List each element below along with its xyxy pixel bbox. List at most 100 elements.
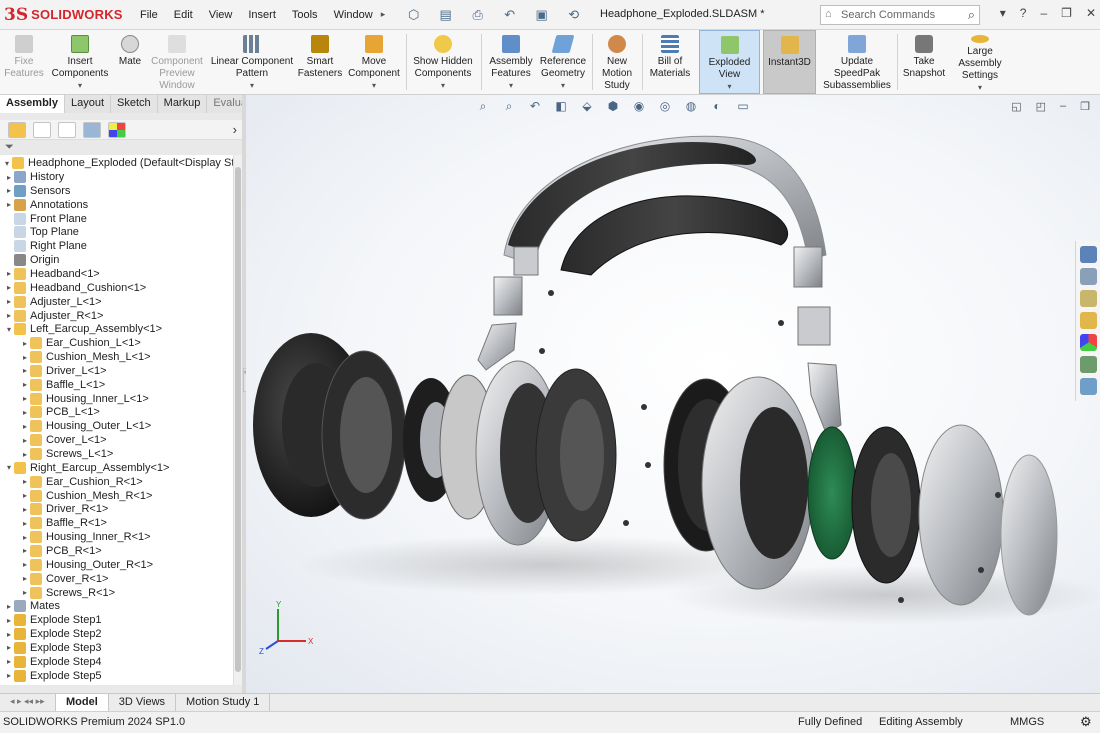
property-manager-icon[interactable] <box>33 121 51 138</box>
chevron-down-icon[interactable]: ▾ <box>250 80 254 92</box>
update-speedpak-button[interactable]: Update SpeedPak Subassemblies <box>820 30 894 94</box>
tab-markup[interactable]: Markup <box>158 95 208 113</box>
tree-item[interactable]: ▸ Headband_Cushion<1> <box>4 281 146 295</box>
move-component-button[interactable]: Move Component ▾ <box>346 30 402 94</box>
rebuild-icon[interactable]: ⟲ <box>561 6 587 24</box>
tree-item[interactable]: ▸ Housing_Inner_R<1> <box>20 530 151 544</box>
component-preview-window-button[interactable]: Component Preview Window <box>150 30 204 94</box>
chevron-right-icon[interactable]: › <box>233 122 237 137</box>
chevron-right-icon[interactable]: ▸ <box>20 450 30 459</box>
tree-item[interactable]: ▸ Driver_L<1> <box>20 364 107 378</box>
search-input[interactable]: Search Commands <box>841 9 935 21</box>
print-icon[interactable]: ⎙ <box>465 6 491 24</box>
chevron-right-icon[interactable]: ▸ <box>20 533 30 542</box>
funnel-icon[interactable]: ⏷ <box>5 141 14 153</box>
tree-item[interactable]: ▸ Explode Step3 <box>4 641 102 655</box>
tab-3d-views[interactable]: 3D Views <box>109 694 177 711</box>
chevron-down-icon[interactable]: ▾ <box>78 80 82 92</box>
chevron-right-icon[interactable]: ▸ <box>20 574 30 583</box>
tree-item[interactable]: ▸ Explode Step2 <box>4 627 102 641</box>
slider-left[interactable] <box>513 246 539 276</box>
tree-scrollbar[interactable] <box>233 155 242 685</box>
chevron-right-icon[interactable]: ▸ <box>20 408 30 417</box>
chevron-right-icon[interactable]: ▸ <box>20 505 30 514</box>
screw[interactable] <box>645 462 651 468</box>
solidworks-logo[interactable]: 3S SOLIDWORKS <box>0 5 132 25</box>
search-commands[interactable]: ⌂ Search Commands ⌕ <box>820 5 980 25</box>
file-explorer-icon[interactable] <box>1080 312 1097 329</box>
cover-right[interactable] <box>918 424 1004 606</box>
tree-item[interactable]: ▸ Ear_Cushion_L<1> <box>20 336 141 350</box>
fix-features-button[interactable]: Fixe Features <box>2 30 46 94</box>
tree-item[interactable]: ▸ PCB_R<1> <box>20 544 102 558</box>
tree-item[interactable]: ▸ History <box>4 170 64 184</box>
tree-item[interactable]: ▸ Annotations <box>4 198 88 212</box>
tree-filter[interactable]: ⏷ <box>0 141 242 155</box>
tree-item[interactable]: ▸ Screws_R<1> <box>20 586 115 600</box>
cover-right-outer[interactable] <box>1000 454 1058 616</box>
chevron-right-icon[interactable]: ▸ <box>20 422 30 431</box>
chevron-right-icon[interactable]: ▸ <box>20 380 30 389</box>
new-motion-study-button[interactable]: New Motion Study <box>596 30 638 94</box>
tree-item[interactable]: ▸ Housing_Outer_R<1> <box>20 558 153 572</box>
chevron-right-icon[interactable]: ▸ <box>20 339 30 348</box>
close-icon[interactable]: ✕ <box>1086 6 1096 20</box>
tree-item[interactable]: Origin <box>4 253 59 267</box>
dropdown-chevron-icon[interactable]: ▾ <box>1000 6 1006 20</box>
chevron-right-icon[interactable]: ▸ <box>4 173 14 182</box>
solidworks-forum-icon[interactable] <box>1080 378 1097 395</box>
chevron-right-icon[interactable]: ▸ <box>20 366 30 375</box>
chevron-right-icon[interactable]: ▸ <box>4 602 14 611</box>
chevron-down-icon[interactable]: ▾ <box>441 80 445 92</box>
chevron-right-icon[interactable]: ▸ <box>4 186 14 195</box>
graphics-area[interactable]: ⌕ ⌕ ↶ ◧ ⬙ ⬢ ◉ ◎ ◍ ◐ ▭ ◱ ◰ – ❐ Y X Z <box>246 95 1100 693</box>
chevron-right-icon[interactable]: ▸ <box>4 311 14 320</box>
tree-item[interactable]: ▸ Cushion_Mesh_R<1> <box>20 489 152 503</box>
screw[interactable] <box>778 320 784 326</box>
home-icon[interactable] <box>1080 246 1097 263</box>
large-assembly-settings-button[interactable]: Large Assembly Settings ▾ <box>951 30 1009 94</box>
tree-item[interactable]: ▸ Housing_Outer_L<1> <box>20 419 151 433</box>
tree-item[interactable]: ▸ Explode Step4 <box>4 655 102 669</box>
screw[interactable] <box>978 567 984 573</box>
chevron-down-icon[interactable]: ▾ <box>4 325 14 334</box>
insert-components-button[interactable]: Insert Components ▾ <box>50 30 110 94</box>
show-hidden-components-button[interactable]: Show Hidden Components ▾ <box>410 30 476 94</box>
chevron-down-icon[interactable]: ▾ <box>727 81 731 93</box>
screw[interactable] <box>641 404 647 410</box>
chevron-right-icon[interactable]: ▸ <box>20 519 30 528</box>
chevron-right-icon[interactable]: ▸ <box>20 588 30 597</box>
status-units[interactable]: MMGS <box>1010 716 1044 728</box>
chevron-right-icon[interactable]: ▸ <box>20 546 30 555</box>
tree-item[interactable]: ▸ Adjuster_L<1> <box>4 295 102 309</box>
tree-item[interactable]: ▸ Driver_R<1> <box>20 502 108 516</box>
chevron-right-icon[interactable]: ▸ <box>20 394 30 403</box>
chevron-right-icon[interactable]: ▸ <box>20 491 30 500</box>
smart-fasteners-button[interactable]: Smart Fasteners <box>298 30 342 94</box>
chevron-down-icon[interactable]: ▾ <box>509 80 513 92</box>
menu-edit[interactable]: Edit <box>166 9 201 21</box>
screw[interactable] <box>539 348 545 354</box>
chevron-right-icon[interactable]: ▸ <box>4 657 14 666</box>
tree-item[interactable]: ▸ Cover_R<1> <box>20 572 108 586</box>
tree-item[interactable]: ▾ Left_Earcup_Assembly<1> <box>4 322 162 336</box>
reference-geometry-button[interactable]: Reference Geometry ▾ <box>538 30 588 94</box>
tree-item[interactable]: ▸ Headband<1> <box>4 267 100 281</box>
bill-of-materials-button[interactable]: Bill of Materials <box>646 30 694 94</box>
tree-item[interactable]: ▸ PCB_L<1> <box>20 405 100 419</box>
menu-file[interactable]: File <box>132 9 166 21</box>
tree-item[interactable]: ▸ Ear_Cushion_R<1> <box>20 475 143 489</box>
slider-right[interactable] <box>793 246 823 288</box>
tree-item[interactable]: ▸ Housing_Inner_L<1> <box>20 392 149 406</box>
tree-root[interactable]: ▾ Headphone_Exploded (Default<Display St… <box>2 156 270 170</box>
chevron-right-icon[interactable]: ▸ <box>4 630 14 639</box>
screw[interactable] <box>623 520 629 526</box>
search-scope-icon[interactable]: ⌂ <box>825 8 832 20</box>
chevron-right-icon[interactable]: ▸ <box>4 200 14 209</box>
screw[interactable] <box>548 290 554 296</box>
chevron-right-icon[interactable]: ▸ <box>4 297 14 306</box>
chevron-right-icon[interactable]: ▸ <box>20 436 30 445</box>
dimxpert-icon[interactable] <box>83 121 101 138</box>
configuration-manager-icon[interactable] <box>58 121 76 138</box>
exploded-headphone-model[interactable] <box>246 95 1100 693</box>
